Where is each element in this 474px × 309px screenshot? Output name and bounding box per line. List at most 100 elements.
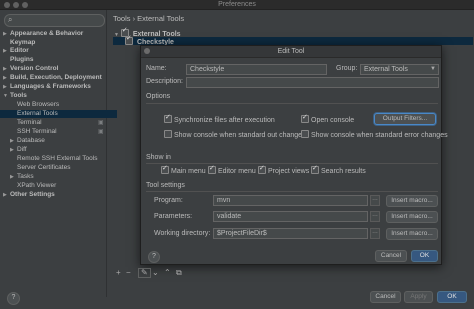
chevron-right-icon[interactable]: ▶ bbox=[10, 137, 17, 145]
sync-files-checkbox[interactable]: Synchronize files after execution bbox=[164, 113, 275, 124]
sidebar-item-remote-ssh-external-tools[interactable]: Remote SSH External Tools bbox=[0, 155, 97, 163]
edit-tool-dialog: Edit Tool Name: Checkstyle Group: Extern… bbox=[140, 45, 448, 265]
chevron-right-icon[interactable]: ▶ bbox=[10, 173, 17, 181]
dialog-help-button[interactable]: ? bbox=[148, 251, 160, 263]
program-insert-macro-button[interactable]: Insert macro... bbox=[386, 195, 438, 207]
working-directory-label: Working directory: bbox=[154, 230, 211, 237]
tool-settings-section-label: Tool settings bbox=[146, 182, 185, 189]
open-console-label: Open console bbox=[311, 117, 355, 124]
edit-icon[interactable]: ✎ bbox=[138, 268, 151, 278]
sidebar-item-external-tools[interactable]: External Tools bbox=[0, 110, 117, 118]
search-icon: ⌕ bbox=[8, 15, 13, 24]
sidebar-item-tools[interactable]: ▼ Tools bbox=[0, 92, 27, 100]
chevron-right-icon[interactable]: ▶ bbox=[3, 47, 10, 55]
sidebar-item-keymap[interactable]: Keymap bbox=[0, 39, 35, 47]
remove-icon[interactable]: − bbox=[126, 268, 131, 277]
sidebar-item-label: Tools bbox=[10, 92, 27, 99]
dialog-cancel-button[interactable]: Cancel bbox=[375, 250, 407, 262]
sidebar-item-diff[interactable]: ▶ Diff bbox=[0, 146, 27, 154]
sidebar-item-label: XPath Viewer bbox=[17, 182, 57, 189]
sidebar-item-database[interactable]: ▶ Database bbox=[0, 137, 45, 145]
sidebar-item-label: Terminal bbox=[17, 119, 42, 126]
checkbox-box bbox=[311, 164, 319, 174]
sidebar-item-xpath-viewer[interactable]: XPath Viewer bbox=[0, 182, 56, 190]
sidebar-item-version-control[interactable]: ▶ Version Control bbox=[0, 65, 58, 73]
main-menu-label: Main menu bbox=[171, 168, 206, 175]
main-menu-checkbox[interactable]: Main menu bbox=[161, 164, 206, 175]
description-label: Description: bbox=[146, 78, 183, 85]
move-up-icon[interactable]: ⌄ bbox=[152, 268, 159, 277]
tool-row-checkstyle[interactable]: Checkstyle bbox=[113, 35, 473, 46]
settings-search-input[interactable]: ⌕ bbox=[4, 14, 105, 27]
ok-button[interactable]: OK bbox=[437, 291, 467, 303]
chevron-right-icon[interactable]: ▶ bbox=[3, 30, 10, 38]
console-stdout-checkbox[interactable]: Show console when standard out changes bbox=[164, 130, 306, 139]
search-results-checkbox[interactable]: Search results bbox=[311, 164, 366, 175]
console-stderr-label: Show console when standard error changes bbox=[311, 132, 448, 139]
open-console-checkbox[interactable]: Open console bbox=[301, 113, 355, 124]
working-directory-insert-macro-button[interactable]: Insert macro... bbox=[386, 228, 438, 240]
sidebar-item-label: Plugins bbox=[10, 56, 34, 63]
cancel-button[interactable]: Cancel bbox=[370, 291, 401, 303]
working-directory-field[interactable]: $ProjectFileDir$ bbox=[213, 228, 368, 239]
copy-icon[interactable]: ⧉ bbox=[176, 268, 182, 278]
parameters-label: Parameters: bbox=[154, 213, 193, 220]
chevron-right-icon[interactable]: ▶ bbox=[3, 83, 10, 91]
project-scope-icon: ▣ bbox=[98, 129, 104, 135]
program-field[interactable]: mvn bbox=[213, 195, 368, 206]
working-directory-browse-button[interactable]: … bbox=[370, 228, 380, 239]
project-views-label: Project views bbox=[268, 168, 310, 175]
console-stderr-checkbox[interactable]: Show console when standard error changes bbox=[301, 130, 448, 139]
project-views-checkbox[interactable]: Project views bbox=[258, 164, 310, 175]
tool-checkbox[interactable] bbox=[125, 35, 133, 45]
sidebar-item-server-certificates[interactable]: Server Certificates bbox=[0, 164, 70, 172]
chevron-right-icon[interactable]: ▶ bbox=[3, 65, 10, 73]
breadcrumb: Tools › External Tools bbox=[113, 14, 185, 23]
sidebar-item-other-settings[interactable]: ▶ Other Settings bbox=[0, 191, 55, 199]
sidebar-item-build-execution-deployment[interactable]: ▶ Build, Execution, Deployment bbox=[0, 74, 102, 82]
sidebar-item-languages-frameworks[interactable]: ▶ Languages & Frameworks bbox=[0, 83, 91, 91]
sidebar-item-ssh-terminal[interactable]: SSH Terminal ▣ bbox=[0, 128, 104, 136]
editor-menu-checkbox[interactable]: Editor menu bbox=[208, 164, 256, 175]
sidebar-item-label: Server Certificates bbox=[17, 164, 71, 171]
console-stdout-label: Show console when standard out changes bbox=[174, 132, 306, 139]
name-label: Name: bbox=[146, 65, 167, 72]
tool-group-row[interactable]: ▼ External Tools bbox=[114, 27, 181, 38]
dialog-close-button[interactable] bbox=[144, 48, 150, 54]
parameters-field[interactable]: validate bbox=[213, 211, 368, 222]
sidebar-item-web-browsers[interactable]: Web Browsers bbox=[0, 101, 59, 109]
checkbox-box bbox=[208, 164, 216, 174]
group-select[interactable]: External Tools ▼ bbox=[360, 64, 439, 75]
move-down-icon[interactable]: ⌃ bbox=[164, 268, 171, 277]
parameters-expand-button[interactable]: … bbox=[370, 211, 380, 222]
sidebar-item-appearance-behavior[interactable]: ▶ Appearance & Behavior bbox=[0, 30, 83, 38]
sidebar-item-tasks[interactable]: ▶ Tasks bbox=[0, 173, 34, 181]
chevron-down-icon: ▼ bbox=[430, 66, 436, 72]
apply-button[interactable]: Apply bbox=[404, 291, 433, 303]
add-icon[interactable]: + bbox=[116, 268, 121, 277]
window-title: Preferences bbox=[218, 1, 256, 8]
dialog-ok-button[interactable]: OK bbox=[411, 250, 438, 262]
parameters-insert-macro-button[interactable]: Insert macro... bbox=[386, 211, 438, 223]
chevron-right-icon[interactable]: ▶ bbox=[3, 74, 10, 82]
name-field[interactable]: Checkstyle bbox=[186, 64, 327, 75]
program-browse-button[interactable]: … bbox=[370, 195, 380, 206]
checkbox-box bbox=[164, 113, 172, 123]
sidebar-item-plugins[interactable]: Plugins bbox=[0, 56, 33, 64]
help-button[interactable]: ? bbox=[7, 292, 20, 305]
description-field[interactable] bbox=[186, 77, 439, 88]
output-filters-button[interactable]: Output Filters... bbox=[374, 113, 436, 125]
tool-settings-separator bbox=[146, 191, 438, 192]
group-select-value: External Tools bbox=[364, 66, 408, 73]
sidebar-item-label: Other Settings bbox=[10, 191, 55, 198]
sidebar-item-editor[interactable]: ▶ Editor bbox=[0, 47, 29, 55]
project-scope-icon: ▣ bbox=[98, 120, 104, 126]
chevron-right-icon[interactable]: ▶ bbox=[3, 191, 10, 199]
chevron-down-icon[interactable]: ▼ bbox=[3, 92, 10, 100]
sidebar-item-label: Languages & Frameworks bbox=[10, 83, 91, 90]
sidebar-item-label: External Tools bbox=[17, 110, 58, 117]
chevron-right-icon[interactable]: ▶ bbox=[10, 146, 17, 154]
sidebar-item-label: Tasks bbox=[17, 173, 34, 180]
sidebar-item-terminal[interactable]: Terminal ▣ bbox=[0, 119, 104, 127]
sidebar-item-label: Keymap bbox=[10, 39, 36, 46]
